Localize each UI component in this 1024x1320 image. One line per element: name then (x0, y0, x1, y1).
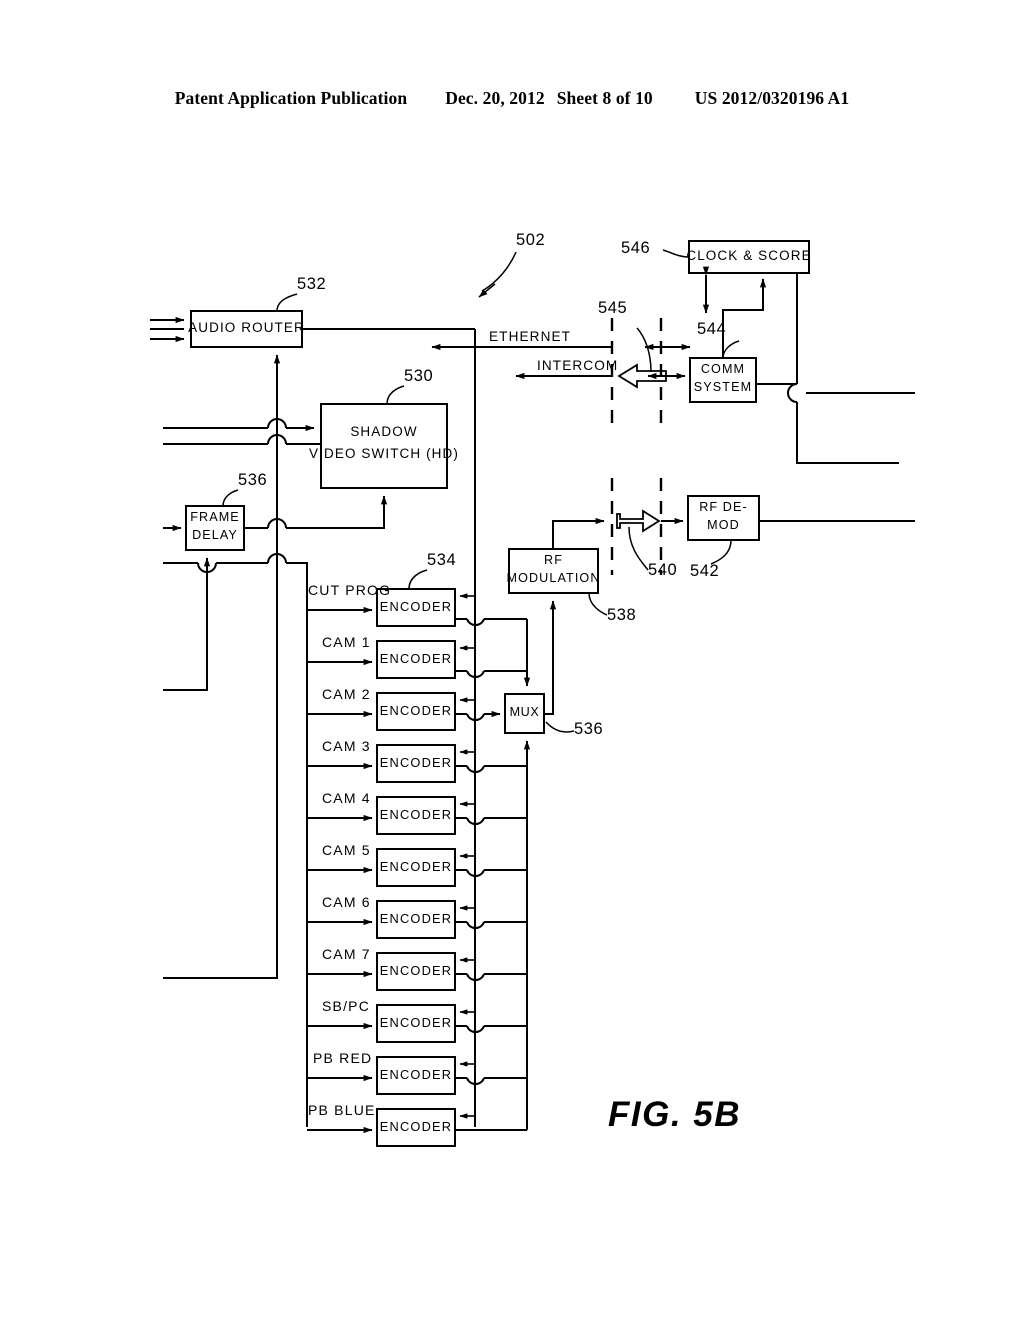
figure-label: FIG. 5B (608, 1095, 742, 1134)
encoder-signal-label: SB/PC (322, 998, 371, 1014)
mux-label: MUX (509, 705, 540, 719)
encoder-label: ENCODER (379, 755, 453, 770)
encoder-signal-label: CAM 2 (322, 686, 371, 702)
mux-to-rf-modulation (544, 600, 557, 715)
ref-544: 544 (697, 320, 727, 338)
ref-546: 546 (621, 239, 651, 257)
ref-532: 532 (297, 275, 327, 293)
encoder-signal-label: PB BLUE (308, 1102, 376, 1118)
encoder-signal-label: CUT PROG (308, 582, 392, 598)
encoder-signal-label: CAM 3 (322, 738, 371, 754)
leader-532 (276, 293, 298, 312)
encoder-signal-label: CAM 1 (322, 634, 371, 650)
encoder-signal-label: CAM 6 (322, 894, 371, 910)
ref-538: 538 (607, 606, 637, 624)
encoder-signal-label: CAM 5 (322, 842, 371, 858)
ref-534: 534 (427, 551, 457, 569)
encoder-label: ENCODER (379, 1119, 453, 1134)
encoder-label: ENCODER (379, 807, 453, 822)
encoder-signal-label: CAM 4 (322, 790, 371, 806)
leader-545 (636, 327, 652, 373)
encoder-label: ENCODER (379, 1015, 453, 1030)
leader-544 (722, 340, 740, 359)
return-leg-upper (163, 572, 208, 691)
encoder-label: ENCODER (379, 703, 453, 718)
rf-link-open-arrow (616, 509, 661, 533)
intercom-label: INTERCOM (537, 358, 619, 373)
ref-530: 530 (404, 367, 434, 385)
leader-536-mux (545, 721, 575, 733)
clock-score-label: CLOCK & SCORE (686, 248, 812, 263)
ref-540: 540 (648, 561, 678, 579)
comm-system-label-1: COMM (700, 362, 746, 376)
ethernet-label: ETHERNET (489, 329, 572, 344)
audio-router-label: AUDIO ROUTER (188, 320, 305, 335)
encoder-label: ENCODER (379, 963, 453, 978)
rf-modulation-label-1: RF (544, 553, 563, 567)
rf-demod-label-1: RF DE- (699, 500, 748, 514)
frame-delay-label-2: DELAY (192, 528, 238, 542)
ref-502: 502 (516, 231, 546, 249)
figure-canvas (150, 240, 915, 1147)
ref-545: 545 (598, 299, 628, 317)
rf-mod-out (552, 517, 605, 549)
leader-502 (481, 251, 517, 292)
encoder-label: ENCODER (379, 911, 453, 926)
encoder-label: ENCODER (379, 651, 453, 666)
rf-demod-label-2: MOD (707, 518, 740, 532)
comm-system-label-2: SYSTEM (693, 380, 753, 394)
rf-modulation-label-2: MODULATION (506, 571, 601, 585)
encoder-signal-label: PB RED (313, 1050, 373, 1066)
comm-system-out-b (796, 402, 899, 464)
encoder-label: ENCODER (379, 859, 453, 874)
leader-546 (662, 249, 690, 258)
shadow-video-switch-label-2: VIDEO SWITCH (HD) (309, 446, 459, 461)
arrow-502 (478, 283, 496, 298)
frame-delay-out-b (286, 495, 388, 529)
shadow-video-switch-label-1: SHADOW (350, 424, 418, 439)
comm-system-out-hop (787, 383, 798, 403)
encoder-label: ENCODER (379, 599, 453, 614)
leader-530 (386, 385, 405, 405)
lower-feed-right (286, 562, 308, 1127)
ref-542: 542 (690, 562, 720, 580)
leader-540 (628, 526, 649, 571)
return-leg-lower (163, 580, 278, 979)
leader-536-fd (222, 489, 239, 507)
ref-536-mux: 536 (574, 720, 604, 738)
encoder-label: ENCODER (379, 1067, 453, 1082)
patent-figure-page: Patent Application Publication Dec. 20, … (0, 0, 1024, 1320)
leader-534 (408, 569, 428, 590)
frame-delay-label-1: FRAME (190, 510, 240, 524)
encoder-signal-label: CAM 7 (322, 946, 371, 962)
leader-538 (588, 592, 608, 616)
leader-542 (710, 539, 732, 565)
ref-536-frame-delay: 536 (238, 471, 268, 489)
